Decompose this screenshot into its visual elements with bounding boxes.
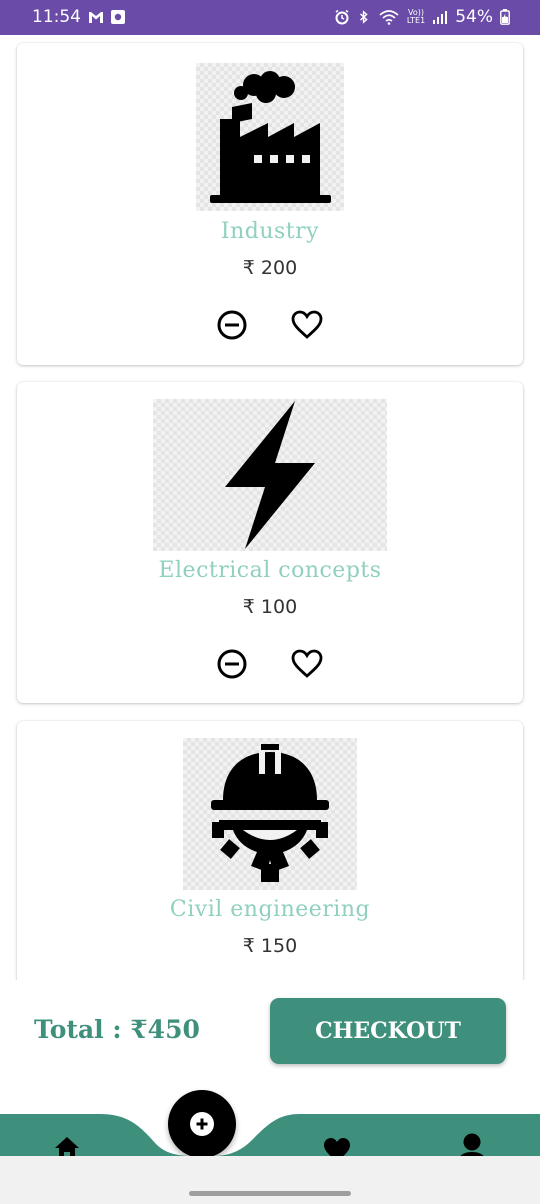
- product-card[interactable]: Civil engineering ₹ 150: [17, 721, 523, 980]
- gmail-icon: [89, 12, 103, 23]
- cart-screen: 11:54 Vo)) LTE1 54% Industry ₹ 200 Elect…: [0, 0, 540, 1204]
- minus-circle-icon[interactable]: [215, 308, 249, 342]
- product-image: [183, 738, 357, 890]
- product-card[interactable]: Electrical concepts ₹ 100: [17, 382, 523, 703]
- bluetooth-icon: [359, 10, 368, 24]
- minus-circle-icon[interactable]: [215, 647, 249, 681]
- cart-total: Total : ₹450: [34, 1015, 200, 1044]
- product-list[interactable]: Industry ₹ 200 Electrical concepts ₹ 100: [0, 35, 540, 980]
- gesture-handle[interactable]: [189, 1191, 351, 1196]
- product-title: Electrical concepts: [158, 558, 382, 583]
- battery-icon: [500, 9, 510, 25]
- heart-outline-icon[interactable]: [290, 647, 324, 681]
- app-icon: [111, 10, 125, 24]
- wifi-icon: [379, 10, 399, 25]
- product-price: ₹ 200: [242, 257, 298, 279]
- add-icon: [190, 1112, 214, 1136]
- lightning-icon: [225, 401, 315, 549]
- heart-outline-icon[interactable]: [290, 308, 324, 342]
- product-image: [196, 63, 344, 211]
- product-title: Industry: [220, 219, 320, 244]
- product-title: Civil engineering: [169, 897, 371, 922]
- product-card[interactable]: Industry ₹ 200: [17, 43, 523, 365]
- signal-icon: [433, 11, 448, 24]
- status-bar: 11:54 Vo)) LTE1 54%: [0, 0, 540, 35]
- battery-percent: 54%: [455, 7, 493, 27]
- alarm-icon: [335, 9, 349, 25]
- add-button[interactable]: [168, 1090, 236, 1158]
- product-price: ₹ 150: [242, 935, 298, 957]
- lte-icon: Vo)) LTE1: [406, 8, 426, 25]
- factory-icon: [210, 71, 331, 203]
- helmet-gear-icon: [211, 744, 329, 882]
- checkout-button[interactable]: CHECKOUT: [270, 998, 506, 1064]
- status-time: 11:54: [32, 7, 81, 27]
- product-image: [153, 399, 387, 551]
- product-price: ₹ 100: [242, 596, 298, 618]
- gesture-area: [0, 1156, 540, 1204]
